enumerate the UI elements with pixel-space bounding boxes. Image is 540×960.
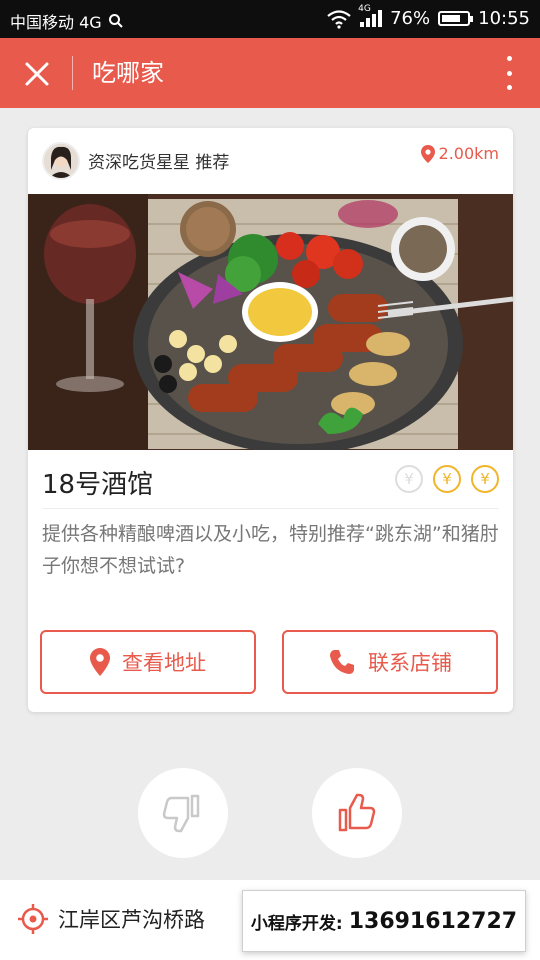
current-location[interactable]: 江岸区芦沟桥路	[18, 904, 205, 934]
app-bar-divider	[72, 56, 73, 90]
location-pin-icon	[420, 144, 435, 163]
card-header: 资深吃货星星 推荐 2.00km	[28, 128, 513, 194]
restaurant-card: 资深吃货星星 推荐 2.00km 18号酒馆 ¥ ¥ ¥ 提供各种精酿啤酒以及小…	[28, 128, 513, 712]
promo-phone: 13691612727	[348, 908, 518, 934]
location-pin-icon	[90, 648, 110, 676]
dislike-button[interactable]	[138, 768, 228, 858]
price-level: ¥ ¥ ¥	[395, 465, 499, 493]
battery-fill	[442, 15, 461, 22]
distance-badge: 2.00km	[420, 144, 499, 163]
thumbs-up-icon	[338, 793, 376, 832]
yen-icon-inactive: ¥	[395, 465, 423, 493]
carrier-label: 中国移动 4G	[10, 13, 102, 32]
recommender-label: 资深吃货星星 推荐	[88, 153, 230, 173]
phone-icon	[330, 650, 354, 674]
view-address-button[interactable]: 查看地址	[40, 630, 256, 694]
card-divider	[42, 508, 499, 509]
distance-value: 2.00km	[438, 144, 499, 163]
clock: 10:55	[478, 8, 530, 29]
network-type-label: 4G	[358, 4, 371, 14]
restaurant-description: 提供各种精酿啤酒以及小吃，特别推荐“跳东湖”和猪肘子你想不想试试?	[42, 523, 499, 577]
restaurant-name: 18号酒馆	[42, 470, 154, 500]
app-title: 吃哪家	[92, 59, 164, 87]
yen-icon-active: ¥	[471, 465, 499, 493]
restaurant-photo	[28, 194, 513, 454]
app-bar: 吃哪家	[0, 38, 540, 108]
contact-store-button[interactable]: 联系店铺	[282, 630, 498, 694]
signal-icon: 4G	[358, 4, 383, 27]
more-menu-icon[interactable]	[504, 56, 514, 90]
like-button[interactable]	[312, 768, 402, 858]
search-icon	[108, 14, 123, 28]
promo-banner: 小程序开发: 13691612727	[242, 890, 526, 952]
wifi-icon	[327, 9, 351, 29]
battery-icon	[438, 11, 474, 26]
locate-target-icon	[18, 904, 48, 934]
close-icon[interactable]	[20, 57, 54, 91]
status-bar: 中国移动 4G 4G 76% 10:55	[0, 0, 540, 38]
location-text: 江岸区芦沟桥路	[58, 908, 205, 932]
battery-percent: 76%	[390, 8, 431, 29]
yen-icon-active: ¥	[433, 465, 461, 493]
promo-label: 小程序开发:	[250, 913, 343, 934]
avatar[interactable]	[42, 142, 80, 180]
view-address-label: 查看地址	[122, 651, 206, 675]
thumbs-down-icon	[162, 794, 200, 833]
contact-store-label: 联系店铺	[368, 651, 452, 675]
